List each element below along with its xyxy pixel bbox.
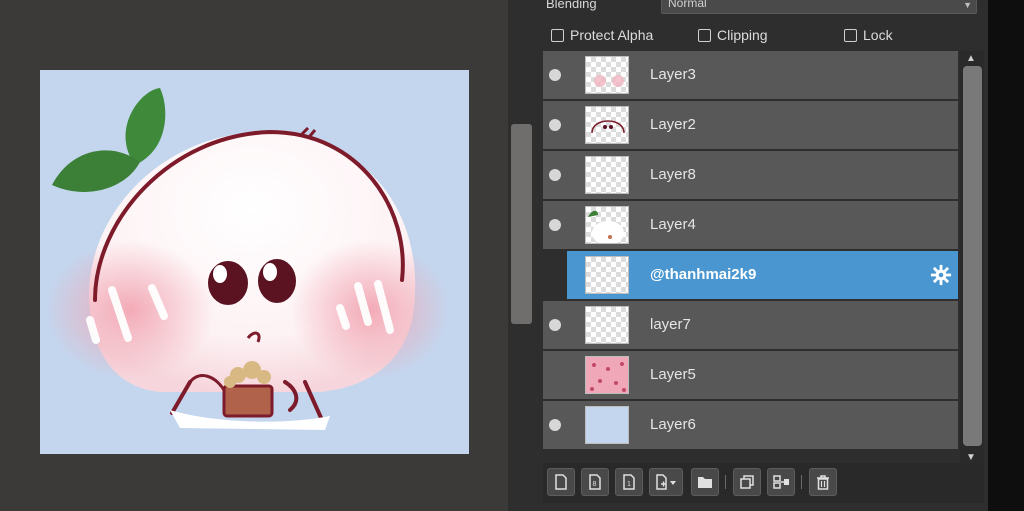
protect-alpha-label: Protect Alpha: [570, 27, 654, 43]
new-layer-icon: [555, 474, 567, 490]
checkbox-box[interactable]: [844, 28, 857, 42]
layer-thumbnail: [585, 156, 629, 194]
lock-checkbox[interactable]: Lock: [844, 26, 893, 44]
visibility-dot-icon[interactable]: [549, 319, 561, 331]
add-layer-menu-icon: [656, 474, 676, 490]
scroll-down-arrow-icon[interactable]: ▼: [966, 452, 976, 463]
visibility-dot-icon[interactable]: [549, 219, 561, 231]
scroll-up-arrow-icon[interactable]: ▲: [966, 53, 976, 64]
toolbar-separator: [725, 475, 726, 489]
thumbnail-art: [590, 362, 626, 392]
add-layer-menu-button[interactable]: [649, 468, 683, 496]
canvas-area[interactable]: [0, 0, 508, 511]
layer-name: @thanhmai2k9: [650, 266, 757, 283]
duplicate-layer-button[interactable]: [733, 468, 761, 496]
merge-layer-button[interactable]: [767, 468, 795, 496]
visibility-dot-icon[interactable]: [549, 419, 561, 431]
new-8bit-layer-button[interactable]: 8: [581, 468, 609, 496]
canvas-scrollbar-thumb[interactable]: [511, 124, 532, 324]
new-1bit-layer-icon: 1: [623, 474, 635, 490]
layer-toolbar: 8 1: [543, 463, 984, 503]
artwork-drawing: [40, 70, 469, 454]
layer-thumbnail: [585, 406, 629, 444]
new-1bit-layer-button[interactable]: 1: [615, 468, 643, 496]
duplicate-layer-icon: [740, 475, 754, 489]
thumbnail-art: [591, 120, 625, 134]
delete-layer-button[interactable]: [809, 468, 837, 496]
visibility-dot-icon[interactable]: [549, 169, 561, 181]
layer-name: Layer3: [650, 66, 696, 83]
layer-name: layer7: [650, 316, 691, 333]
layer-row-layer3[interactable]: Layer3: [543, 51, 958, 99]
layer-list: Layer3 Layer2 Layer8 Layer4 @thanhmai2k9…: [543, 51, 958, 454]
layer-name: Layer4: [650, 216, 696, 233]
blending-mode-select[interactable]: Normal ▼: [661, 0, 977, 14]
layer-name: Layer5: [650, 366, 696, 383]
svg-text:8: 8: [593, 481, 597, 488]
layer-list-scrollbar-thumb[interactable]: [963, 66, 982, 446]
layer-name: Layer2: [650, 116, 696, 133]
new-folder-button[interactable]: [691, 468, 719, 496]
new-8bit-layer-icon: 8: [589, 474, 601, 490]
layer-panel: Blending Normal ▼ Protect Alpha Clipping…: [536, 0, 988, 511]
blending-label: Blending: [546, 0, 597, 11]
thumbnail-art: [594, 75, 624, 87]
layer-thumbnail: [585, 306, 629, 344]
layer-row-layer5[interactable]: Layer5: [543, 351, 958, 399]
layer-row-thanhmai2k9[interactable]: @thanhmai2k9: [567, 251, 958, 299]
layer-row-layer8[interactable]: Layer8: [543, 151, 958, 199]
visibility-dot-icon[interactable]: [549, 69, 561, 81]
svg-text:1: 1: [627, 481, 631, 488]
clipping-checkbox[interactable]: Clipping: [698, 26, 768, 44]
checkbox-box[interactable]: [698, 28, 711, 42]
merge-layer-icon: [773, 475, 789, 489]
new-layer-button[interactable]: [547, 468, 575, 496]
blending-mode-value: Normal: [668, 0, 707, 10]
protect-alpha-checkbox[interactable]: Protect Alpha: [551, 26, 653, 44]
window-edge: [988, 0, 1024, 511]
layer-thumbnail: [585, 256, 629, 294]
layer-thumbnail: [585, 106, 629, 144]
lock-label: Lock: [863, 27, 893, 43]
thumbnail-art: [588, 210, 624, 243]
chevron-down-icon: ▼: [963, 0, 972, 10]
gear-icon[interactable]: [930, 264, 952, 286]
canvas-artwork[interactable]: [40, 70, 469, 454]
layer-name: Layer8: [650, 166, 696, 183]
visibility-dot-icon[interactable]: [549, 119, 561, 131]
layer-name: Layer6: [650, 416, 696, 433]
layer-row-layer4[interactable]: Layer4: [543, 201, 958, 249]
checkbox-box[interactable]: [551, 28, 564, 42]
layer-row-layer6[interactable]: Layer6: [543, 401, 958, 449]
canvas-vertical-scrollbar[interactable]: [508, 0, 536, 511]
layer-row-layer7[interactable]: layer7: [543, 301, 958, 349]
layer-thumbnail: [585, 206, 629, 244]
layer-thumbnail: [585, 356, 629, 394]
clipping-label: Clipping: [717, 27, 768, 43]
layer-row-layer2[interactable]: Layer2: [543, 101, 958, 149]
delete-layer-icon: [817, 475, 829, 490]
layer-list-scrollbar[interactable]: ▲ ▼: [960, 51, 984, 463]
toolbar-separator: [801, 475, 802, 489]
new-folder-icon: [698, 477, 712, 488]
layer-thumbnail: [585, 56, 629, 94]
